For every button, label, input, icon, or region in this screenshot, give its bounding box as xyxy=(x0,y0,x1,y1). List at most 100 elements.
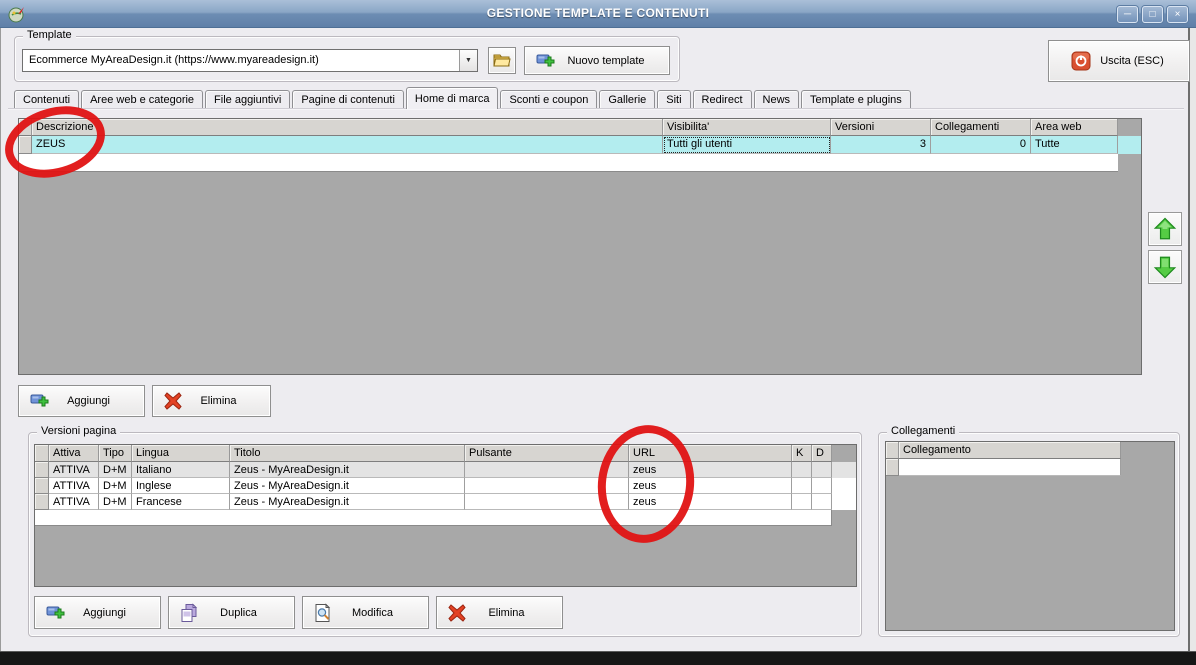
empty-row[interactable] xyxy=(19,154,1118,172)
add-page-button[interactable]: Aggiungi xyxy=(18,385,145,417)
row-indicator xyxy=(35,462,49,478)
row-indicator-header xyxy=(35,445,49,462)
row-indicator-header xyxy=(886,442,899,459)
cell-titolo[interactable]: Zeus - MyAreaDesign.it xyxy=(230,478,465,494)
add-version-button[interactable]: Aggiungi xyxy=(34,596,161,629)
cell-collegamento[interactable] xyxy=(899,459,1121,476)
cell-area-web[interactable]: Tutte xyxy=(1031,136,1118,154)
col-url[interactable]: URL xyxy=(629,445,792,462)
cell-d[interactable] xyxy=(812,494,832,510)
collegamenti-label: Collegamenti xyxy=(887,425,960,437)
window-bottom-edge xyxy=(0,651,1196,665)
cell-descrizione[interactable]: ZEUS xyxy=(32,136,663,154)
edit-version-button[interactable]: Modifica xyxy=(302,596,429,629)
table-row[interactable]: ZEUS Tutti gli utenti 3 0 Tutte xyxy=(19,136,1141,154)
tab-contenuti[interactable]: Contenuti xyxy=(14,90,80,109)
tab-page-edge xyxy=(8,108,1184,110)
col-collegamenti[interactable]: Collegamenti xyxy=(931,119,1031,136)
tab-sconti-e-coupon[interactable]: Sconti e coupon xyxy=(500,90,598,109)
col-collegamento[interactable]: Collegamento xyxy=(899,442,1121,459)
cell-url[interactable]: zeus xyxy=(629,462,792,478)
col-visibilita[interactable]: Visibilita' xyxy=(663,119,831,136)
cell-k[interactable] xyxy=(792,462,812,478)
cell-d[interactable] xyxy=(812,478,832,494)
row-indicator xyxy=(35,478,49,494)
exit-label: Uscita (ESC) xyxy=(1100,55,1164,67)
close-button[interactable]: × xyxy=(1167,6,1188,23)
col-titolo[interactable]: Titolo xyxy=(230,445,465,462)
arrow-down-icon xyxy=(1152,254,1178,280)
cell-d[interactable] xyxy=(812,462,832,478)
empty-row[interactable] xyxy=(35,510,832,526)
cell-visibilita[interactable]: Tutti gli utenti xyxy=(663,136,831,154)
col-versioni[interactable]: Versioni xyxy=(831,119,931,136)
cell-attiva[interactable]: ATTIVA xyxy=(49,462,99,478)
cell-k[interactable] xyxy=(792,478,812,494)
delete-version-button[interactable]: Elimina xyxy=(436,596,563,629)
cell-lingua[interactable]: Francese xyxy=(132,494,230,510)
arrow-up-icon xyxy=(1152,216,1178,242)
col-area-web[interactable]: Area web xyxy=(1031,119,1118,136)
new-template-label: Nuovo template xyxy=(567,54,645,67)
cell-pulsante[interactable] xyxy=(465,494,629,510)
maximize-button[interactable]: □ xyxy=(1142,6,1163,23)
cell-tipo[interactable]: D+M xyxy=(99,462,132,478)
delete-page-button[interactable]: Elimina xyxy=(152,385,271,417)
window-title: GESTIONE TEMPLATE E CONTENUTI xyxy=(486,6,710,20)
add-icon xyxy=(30,393,49,409)
move-up-button[interactable] xyxy=(1148,212,1182,246)
col-attiva[interactable]: Attiva xyxy=(49,445,99,462)
tab-gallerie[interactable]: Gallerie xyxy=(599,90,656,109)
cell-url[interactable]: zeus xyxy=(629,478,792,494)
tab-home-di-marca[interactable]: Home di marca xyxy=(405,87,499,109)
empty-row[interactable] xyxy=(886,459,1174,476)
versions-grid[interactable]: Attiva Tipo Lingua Titolo Pulsante URL K… xyxy=(34,444,857,587)
cell-titolo[interactable]: Zeus - MyAreaDesign.it xyxy=(230,494,465,510)
duplicate-version-button[interactable]: Duplica xyxy=(168,596,295,629)
tab-redirect[interactable]: Redirect xyxy=(692,90,752,109)
open-folder-button[interactable] xyxy=(488,47,516,74)
col-k[interactable]: K xyxy=(792,445,812,462)
tab-bar: Contenuti Aree web e categorie File aggi… xyxy=(14,87,913,109)
cell-tipo[interactable]: D+M xyxy=(99,494,132,510)
cell-versioni[interactable]: 3 xyxy=(831,136,931,154)
cell-pulsante[interactable] xyxy=(465,462,629,478)
cell-url[interactable]: zeus xyxy=(629,494,792,510)
col-pulsante[interactable]: Pulsante xyxy=(465,445,629,462)
table-row[interactable]: ATTIVA D+M Inglese Zeus - MyAreaDesign.i… xyxy=(35,478,856,494)
tab-siti[interactable]: Siti xyxy=(657,90,691,109)
add-page-label: Aggiungi xyxy=(67,395,110,407)
titlebar: GESTIONE TEMPLATE E CONTENUTI ─ □ × xyxy=(0,0,1196,28)
links-grid[interactable]: Collegamento xyxy=(885,441,1175,631)
col-d[interactable]: D xyxy=(812,445,832,462)
move-down-button[interactable] xyxy=(1148,250,1182,284)
col-lingua[interactable]: Lingua xyxy=(132,445,230,462)
template-combobox[interactable]: Ecommerce MyAreaDesign.it (https://www.m… xyxy=(22,49,478,72)
minimize-button[interactable]: ─ xyxy=(1117,6,1138,23)
cell-k[interactable] xyxy=(792,494,812,510)
cell-collegamenti[interactable]: 0 xyxy=(931,136,1031,154)
tab-pagine-di-contenuti[interactable]: Pagine di contenuti xyxy=(292,90,404,109)
table-row[interactable]: ATTIVA D+M Francese Zeus - MyAreaDesign.… xyxy=(35,494,856,510)
pages-grid[interactable]: Descrizione Visibilita' Versioni Collega… xyxy=(18,118,1142,375)
cell-tipo[interactable]: D+M xyxy=(99,478,132,494)
tab-aree-web-e-categorie[interactable]: Aree web e categorie xyxy=(81,90,204,109)
add-version-label: Aggiungi xyxy=(83,606,126,619)
cell-pulsante[interactable] xyxy=(465,478,629,494)
tab-news[interactable]: News xyxy=(753,90,800,109)
cell-attiva[interactable]: ATTIVA xyxy=(49,478,99,494)
table-row[interactable]: ATTIVA D+M Italiano Zeus - MyAreaDesign.… xyxy=(35,462,856,478)
col-tipo[interactable]: Tipo xyxy=(99,445,132,462)
exit-button[interactable]: Uscita (ESC) xyxy=(1048,40,1190,82)
tab-template-e-plugins[interactable]: Template e plugins xyxy=(801,90,911,109)
delete-page-label: Elimina xyxy=(200,395,237,407)
edit-search-icon xyxy=(314,603,332,622)
new-template-button[interactable]: Nuovo template xyxy=(524,46,670,75)
cell-attiva[interactable]: ATTIVA xyxy=(49,494,99,510)
cell-lingua[interactable]: Inglese xyxy=(132,478,230,494)
cell-titolo[interactable]: Zeus - MyAreaDesign.it xyxy=(230,462,465,478)
tab-file-aggiuntivi[interactable]: File aggiuntivi xyxy=(205,90,291,109)
combobox-dropdown-icon[interactable]: ▼ xyxy=(459,50,477,71)
col-descrizione[interactable]: Descrizione xyxy=(32,119,663,136)
cell-lingua[interactable]: Italiano xyxy=(132,462,230,478)
